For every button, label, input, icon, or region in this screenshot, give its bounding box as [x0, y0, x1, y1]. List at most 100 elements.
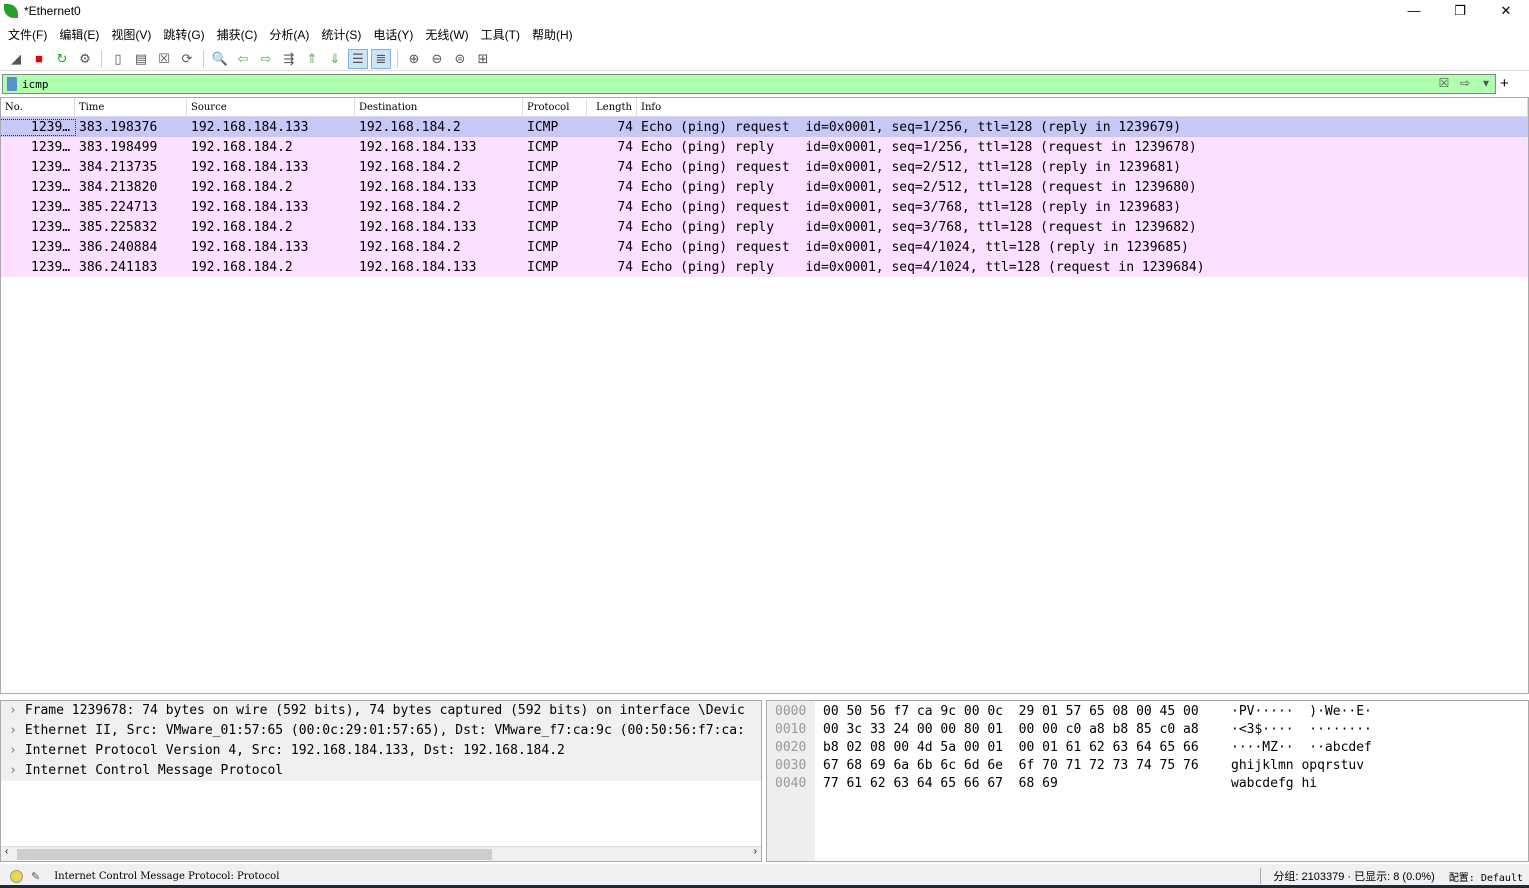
packet-cell: 74 [617, 179, 633, 195]
menu-item[interactable]: 分析(A) [269, 26, 309, 43]
hex-ascii[interactable]: ·PV····· )·We··E· [1231, 703, 1372, 721]
column-header-no[interactable]: No. [1, 98, 75, 116]
hex-ascii[interactable]: wabcdefg hi [1231, 775, 1317, 793]
detail-tree-item[interactable]: › Ethernet II, Src: VMware_01:57:65 (00:0… [1, 721, 761, 741]
packet-cell: 385.225832 [79, 219, 158, 235]
menu-item[interactable]: 文件(F) [8, 26, 47, 43]
expand-chevron-icon[interactable]: › [9, 763, 17, 778]
menu-item[interactable]: 统计(S) [321, 26, 361, 43]
detail-tree-item[interactable]: › Internet Control Message Protocol [1, 761, 761, 781]
zoom-in-icon[interactable]: ⊕ [404, 49, 424, 69]
hex-offset[interactable]: 0000 [775, 703, 806, 721]
go-forward-icon[interactable]: ⇨ [256, 49, 276, 69]
menu-item[interactable]: 电话(Y) [373, 26, 413, 43]
zoom-out-icon[interactable]: ⊖ [427, 49, 447, 69]
packet-row[interactable]: 1239… 384.213820 192.168.184.2 192.168.184.… [1, 177, 1528, 197]
filter-history-dropdown-icon[interactable]: ▾ [1477, 76, 1495, 92]
packet-cell: 192.168.184.2 [359, 159, 461, 175]
hex-offset[interactable]: 0020 [775, 739, 806, 757]
add-filter-button[interactable]: + [1500, 75, 1509, 92]
wireshark-logo-icon [4, 4, 18, 18]
save-file-icon[interactable]: ▤ [131, 49, 151, 69]
packet-row[interactable]: 1239… 384.213735 192.168.184.133 192.168.18… [1, 157, 1528, 177]
display-filter-input[interactable] [22, 77, 1435, 91]
scroll-right-icon[interactable]: › [754, 846, 757, 857]
scrollbar-thumb[interactable] [17, 849, 492, 860]
packet-row[interactable]: 1239… 385.225832 192.168.184.2 192.168.184.… [1, 217, 1528, 237]
packet-cell: 74 [617, 219, 633, 235]
hex-offset[interactable]: 0040 [775, 775, 806, 793]
last-packet-icon[interactable]: ⇓ [325, 49, 345, 69]
stop-capture-icon[interactable]: ■ [29, 49, 49, 69]
column-header-protocol[interactable]: Protocol [523, 98, 587, 116]
hex-ascii[interactable]: ····MZ·· ··abcdef [1231, 739, 1372, 757]
expert-info-indicator-icon[interactable] [10, 869, 23, 883]
hex-offset[interactable]: 0010 [775, 721, 806, 739]
profile-selector[interactable]: 配置: Default [1449, 869, 1523, 884]
menu-item[interactable]: 视图(V) [111, 26, 151, 43]
detail-tree-item[interactable]: › Frame 1239678: 74 bytes on wire (592 bi… [1, 701, 761, 721]
hex-hex[interactable]: b8 02 08 00 4d 5a 00 01 00 01 61 62 63 6… [823, 739, 1199, 757]
hex-row: 0020 b8 02 08 00 4d 5a 00 01 00 01 61 62 … [767, 739, 1528, 757]
packet-cell: 74 [617, 119, 633, 135]
edit-comment-icon[interactable]: ✎ [31, 870, 40, 883]
restore-button[interactable]: ❐ [1437, 0, 1483, 22]
packet-cell: ICMP [527, 199, 559, 215]
open-file-icon[interactable]: ▯ [108, 49, 128, 69]
hex-offset[interactable]: 0030 [775, 757, 806, 775]
first-packet-icon[interactable]: ⇑ [302, 49, 322, 69]
autoscroll-icon[interactable]: ☰ [348, 48, 368, 69]
bookmark-icon[interactable] [7, 77, 17, 91]
menu-item[interactable]: 无线(W) [425, 26, 468, 43]
hex-ascii[interactable]: ·<3$···· ········ [1231, 721, 1372, 739]
menu-item[interactable]: 编辑(E) [59, 26, 99, 43]
restart-capture-icon[interactable]: ↻ [52, 49, 72, 69]
packet-cell: 384.213735 [79, 159, 158, 175]
go-back-icon[interactable]: ⇦ [233, 49, 253, 69]
shark-fin-start-icon[interactable]: ◢ [6, 49, 26, 69]
hex-hex[interactable]: 00 3c 33 24 00 00 80 01 00 00 c0 a8 b8 8… [823, 721, 1199, 739]
expand-chevron-icon[interactable]: › [9, 743, 17, 758]
toolbar-separator [397, 49, 398, 68]
menu-item[interactable]: 工具(T) [481, 26, 520, 43]
go-to-packet-icon[interactable]: ⇶ [279, 49, 299, 69]
scroll-left-icon[interactable]: ‹ [5, 846, 8, 857]
packet-row[interactable]: 1239… 386.241183 192.168.184.2 192.168.184.… [1, 257, 1528, 277]
capture-options-icon[interactable]: ⚙ [75, 49, 95, 69]
resize-columns-icon[interactable]: ⊞ [473, 49, 493, 69]
column-header-time[interactable]: Time [75, 98, 187, 116]
packet-cell: Echo (ping) request id=0x0001, seq=2/512… [641, 159, 1182, 175]
packet-row[interactable]: 1239… 383.198499 192.168.184.2 192.168.184.… [1, 137, 1528, 157]
clear-filter-icon[interactable]: ☒ [1435, 76, 1453, 92]
packet-cell: ICMP [527, 259, 559, 275]
menu-item[interactable]: 帮助(H) [532, 26, 573, 43]
column-header-destination[interactable]: Destination [355, 98, 523, 116]
minimize-button[interactable]: — [1391, 0, 1437, 22]
expand-chevron-icon[interactable]: › [9, 703, 17, 718]
hex-ascii[interactable]: ghijklmn opqrstuv [1231, 757, 1364, 775]
column-header-length[interactable]: Length [587, 98, 637, 116]
reload-file-icon[interactable]: ⟳ [177, 49, 197, 69]
horizontal-scrollbar[interactable]: ‹ › [1, 846, 761, 861]
apply-filter-icon[interactable]: ⇨ [1453, 76, 1477, 92]
packet-cell: 74 [617, 199, 633, 215]
hex-hex[interactable]: 77 61 62 63 64 65 66 67 68 69 [823, 775, 1058, 793]
detail-tree-item[interactable]: › Internet Protocol Version 4, Src: 192.1… [1, 741, 761, 761]
zoom-normal-icon[interactable]: ⊜ [450, 49, 470, 69]
menu-item[interactable]: 跳转(G) [163, 26, 204, 43]
hex-hex[interactable]: 67 68 69 6a 6b 6c 6d 6e 6f 70 71 72 73 7… [823, 757, 1199, 775]
menu-item[interactable]: 捕获(C) [217, 26, 258, 43]
packet-cell: Echo (ping) reply id=0x0001, seq=1/256, … [641, 139, 1197, 155]
hex-hex[interactable]: 00 50 56 f7 ca 9c 00 0c 29 01 57 65 08 0… [823, 703, 1199, 721]
packet-row[interactable]: 1239… 386.240884 192.168.184.133 192.168.18… [1, 237, 1528, 257]
packet-row[interactable]: 1239… 383.198376 192.168.184.133 192.168.18… [1, 117, 1528, 137]
find-packet-icon[interactable]: 🔍 [210, 49, 230, 69]
expand-chevron-icon[interactable]: › [9, 723, 17, 738]
colorize-icon[interactable]: ≣ [371, 48, 391, 69]
packet-cell: Echo (ping) request id=0x0001, seq=1/256… [641, 119, 1182, 135]
column-header-source[interactable]: Source [187, 98, 355, 116]
close-file-icon[interactable]: ☒ [154, 49, 174, 69]
packet-row[interactable]: 1239… 385.224713 192.168.184.133 192.168.18… [1, 197, 1528, 217]
close-button[interactable]: ✕ [1483, 0, 1529, 22]
column-header-info[interactable]: Info [637, 98, 1528, 116]
